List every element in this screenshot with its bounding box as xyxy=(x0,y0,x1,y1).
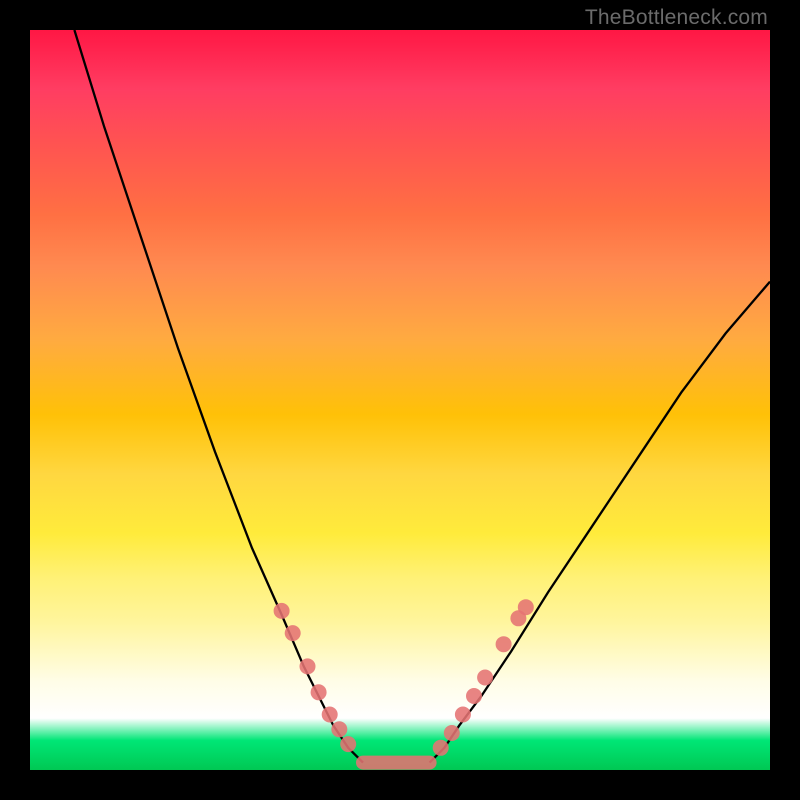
marker-left-4 xyxy=(322,707,338,723)
chart-container: TheBottleneck.com xyxy=(0,0,800,800)
marker-left-6 xyxy=(340,736,356,752)
left-curve xyxy=(74,30,363,763)
marker-right-3 xyxy=(466,688,482,704)
marker-right-7 xyxy=(518,599,534,615)
marker-right-0 xyxy=(433,740,449,756)
markers-right-group xyxy=(433,599,534,756)
marker-right-5 xyxy=(496,636,512,652)
chart-svg xyxy=(30,30,770,770)
marker-left-2 xyxy=(300,658,316,674)
marker-right-1 xyxy=(444,725,460,741)
right-curve xyxy=(430,282,770,763)
marker-left-5 xyxy=(331,721,347,737)
watermark-text: TheBottleneck.com xyxy=(585,6,768,30)
plot-area xyxy=(30,30,770,770)
marker-right-4 xyxy=(477,670,493,686)
marker-left-1 xyxy=(285,625,301,641)
marker-left-0 xyxy=(274,603,290,619)
marker-left-3 xyxy=(311,684,327,700)
marker-right-2 xyxy=(455,707,471,723)
